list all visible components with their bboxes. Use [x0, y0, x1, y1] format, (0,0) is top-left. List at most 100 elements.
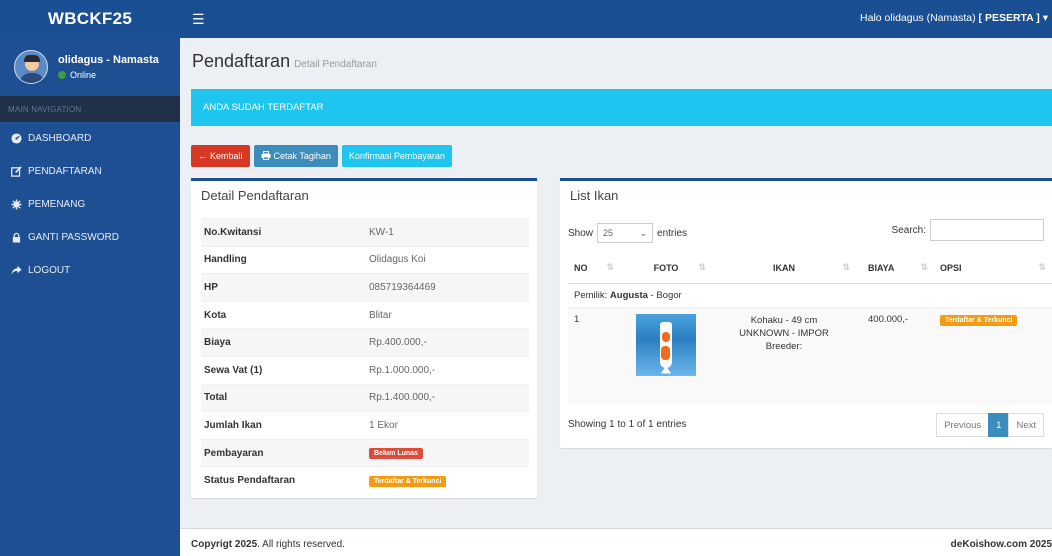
column-header-no[interactable]: NO ⇅: [568, 253, 620, 284]
detail-value: 1 Ekor: [366, 411, 529, 440]
top-navbar: ☰ Halo olidagus (Namasta) [ PESERTA ] ▾: [180, 0, 1052, 38]
sort-icon: ⇅: [1038, 262, 1046, 272]
sidebar-item-label: PENDAFTARAN: [28, 166, 102, 177]
back-button-label: Kembali: [210, 151, 243, 161]
user-name: olidagus - Namasta: [58, 54, 159, 66]
fish-info: Kohaku - 49 cm UNKNOWN - IMPOR Breeder:: [712, 306, 856, 405]
sidebar-section-header: MAIN NAVIGATION: [0, 96, 180, 122]
page-title: Pendaftaran Detail Pendaftaran: [192, 51, 377, 72]
table-row: HP 085719364469: [201, 273, 529, 302]
pagination: Previous 1 Next: [936, 413, 1044, 437]
column-header-ikan[interactable]: IKAN ⇅: [712, 253, 856, 284]
datatable-controls: Show 25 ⌄ entries Search:: [568, 219, 1044, 243]
owner-city: - Bogor: [650, 289, 682, 301]
table-row: Kota Blitar: [201, 300, 529, 329]
detail-table: No.Kwitansi KW-1 Handling Olidagus Koi HP 0…: [201, 218, 529, 495]
user-menu[interactable]: Halo olidagus (Namasta) [ PESERTA ] ▾: [860, 12, 1048, 24]
copyright: Copyrigt 2025. All rights reserved.: [191, 539, 345, 550]
fish-variety: Kohaku - 49 cm: [750, 314, 818, 326]
detail-value: 085719364469: [366, 273, 529, 302]
sort-icon: ⇅: [606, 262, 614, 272]
owner-group-row: Pemilik: Augusta - Bogor: [568, 283, 1052, 307]
search-label: Search:: [891, 224, 926, 236]
user-status: Online: [58, 70, 159, 80]
sidebar-item-ganti-password[interactable]: GANTI PASSWORD: [0, 221, 180, 254]
fish-photo[interactable]: [636, 313, 696, 376]
star-icon: [10, 199, 22, 211]
detail-label: Kota: [201, 300, 366, 329]
detail-box-title: Detail Pendaftaran: [201, 188, 309, 203]
print-icon: [261, 150, 271, 162]
user-panel: olidagus - Namasta Online: [0, 38, 180, 96]
avatar: [14, 50, 48, 84]
column-label: IKAN: [773, 262, 795, 273]
detail-label: Handling: [201, 245, 366, 274]
table-row: No.Kwitansi KW-1: [201, 218, 529, 247]
arrow-left-icon: ←: [198, 151, 207, 161]
table-row: Pembayaran Belum Lunas: [201, 438, 529, 467]
fish-photo-cell: [620, 306, 712, 405]
detail-value: Olidagus Koi: [366, 245, 529, 274]
table-header-row: NO ⇅ FOTO ⇅ IKAN ⇅ BIAYA ⇅ OPSI ⇅: [568, 253, 1052, 284]
column-label: OPSI: [940, 262, 962, 273]
datatable-footer: Showing 1 to 1 of 1 entries Previous 1 N…: [568, 413, 1044, 437]
detail-label: Jumlah Ikan: [201, 411, 366, 440]
table-row: Biaya Rp.400.000,-: [201, 328, 529, 357]
detail-value: Rp.1.400.000,-: [366, 383, 529, 412]
back-button[interactable]: ← Kembali: [191, 145, 250, 167]
online-dot-icon: [58, 71, 66, 79]
search-box: Search:: [892, 219, 1044, 241]
page-title-text: Pendaftaran: [192, 51, 291, 71]
sidebar-item-logout[interactable]: LOGOUT: [0, 254, 180, 287]
menu-toggle-icon[interactable]: ☰: [192, 11, 205, 28]
koi-image: [660, 321, 672, 374]
dashboard-icon: [10, 133, 22, 145]
entries-length: Show 25 ⌄ entries: [568, 223, 687, 243]
table-row: 1 Kohaku - 49 cm UNKNOWN - IMPOR Breeder…: [568, 306, 1052, 405]
owner-prefix: Pemilik:: [574, 289, 608, 301]
column-header-biaya[interactable]: BIAYA ⇅: [856, 253, 934, 284]
copyright-text: . All rights reserved.: [257, 539, 345, 550]
sidebar-item-label: PEMENANG: [28, 199, 86, 210]
share-icon: [10, 265, 22, 277]
edit-icon: [10, 166, 22, 178]
column-header-opsi[interactable]: OPSI ⇅: [934, 253, 1052, 284]
fish-list-box: List Ikan Show 25 ⌄ entries Search: NO ⇅ …: [560, 178, 1052, 448]
previous-page-button[interactable]: Previous: [936, 413, 990, 437]
column-label: NO: [574, 262, 588, 273]
table-row: Handling Olidagus Koi: [201, 245, 529, 274]
app-logo[interactable]: WBCKF25: [0, 0, 180, 38]
detail-value: Rp.400.000,-: [366, 328, 529, 357]
detail-label: Biaya: [201, 328, 366, 357]
sidebar-item-pendaftaran[interactable]: PENDAFTARAN: [0, 155, 180, 188]
sidebar: WBCKF25 olidagus - Namasta Online MAIN N…: [0, 0, 180, 556]
page-1-button[interactable]: 1: [988, 413, 1010, 437]
table-row: Status Pendaftaran Terdaftar & Terkunci: [201, 466, 529, 495]
column-header-foto[interactable]: FOTO ⇅: [620, 253, 712, 284]
print-button-label: Cetak Tagihan: [273, 151, 331, 161]
detail-label: Total: [201, 383, 366, 412]
print-invoice-button[interactable]: Cetak Tagihan: [253, 145, 338, 167]
copyright-year: Copyrigt 2025: [191, 539, 258, 550]
lock-icon: [10, 232, 22, 244]
detail-value: KW-1: [366, 218, 529, 247]
owner-name: Augusta: [609, 289, 648, 301]
registered-alert: ANDA SUDAH TERDAFTAR: [191, 89, 1052, 126]
confirm-payment-button[interactable]: Konfirmasi Pembayaran: [341, 145, 452, 167]
detail-label: No.Kwitansi: [201, 218, 366, 247]
caret-down-icon: ▾: [1042, 12, 1048, 24]
fish-table: NO ⇅ FOTO ⇅ IKAN ⇅ BIAYA ⇅ OPSI ⇅ Pemilik: Au…: [568, 253, 1052, 405]
search-input[interactable]: [930, 219, 1044, 241]
detail-label: Pembayaran: [201, 438, 366, 467]
entries-select[interactable]: 25 ⌄: [597, 223, 654, 243]
greeting-text: Halo olidagus (Namasta): [860, 12, 976, 24]
sidebar-item-pemenang[interactable]: PEMENANG: [0, 188, 180, 221]
fish-breeder: Breeder:: [765, 340, 803, 352]
next-page-button[interactable]: Next: [1008, 413, 1044, 437]
sidebar-item-dashboard[interactable]: DASHBOARD: [0, 122, 180, 155]
sort-icon: ⇅: [920, 262, 928, 272]
fish-no: 1: [568, 306, 620, 405]
show-label: Show: [568, 227, 594, 239]
table-row: Sewa Vat (1) Rp.1.000.000,-: [201, 355, 529, 385]
action-buttons: ← Kembali Cetak Tagihan Konfirmasi Pemba…: [191, 145, 452, 167]
